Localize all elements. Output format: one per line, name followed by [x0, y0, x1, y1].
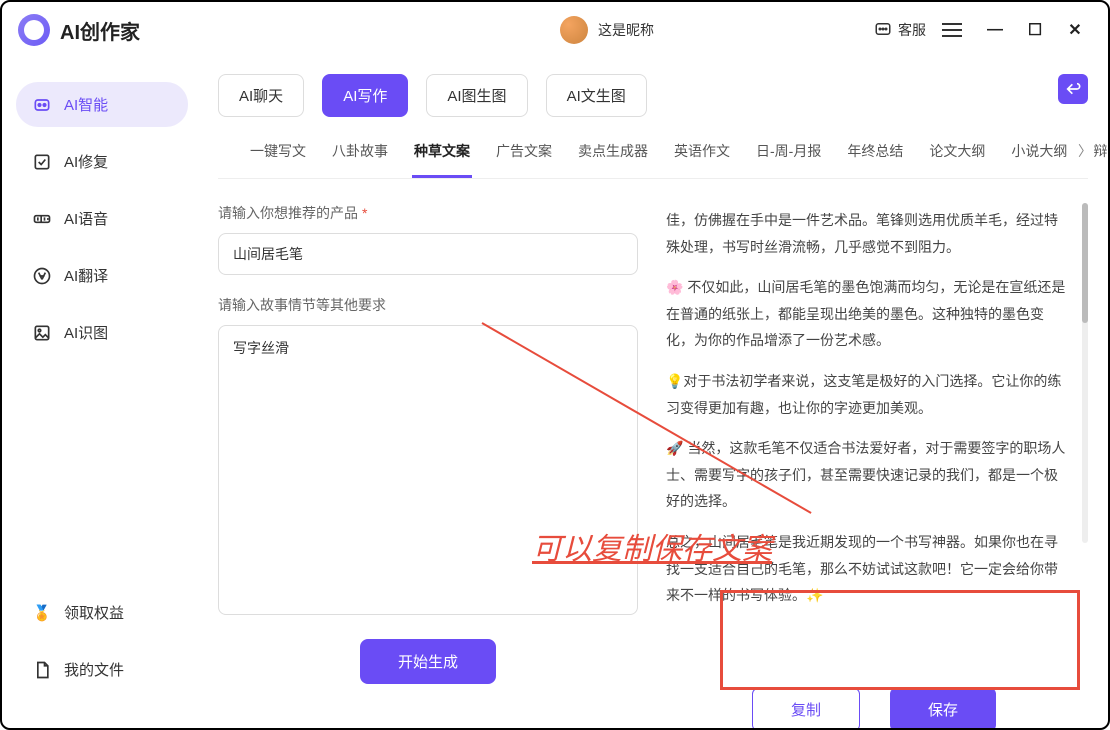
medal-icon: 🏅	[32, 603, 52, 623]
sidebar-item-label: 领取权益	[64, 602, 124, 623]
app-title: AI创作家	[60, 16, 140, 45]
output-paragraph: 💡对于书法初学者来说，这支笔是极好的入门选择。它让你的练习变得更加有趣，也让你的…	[666, 368, 1068, 421]
support-button[interactable]: 客服	[874, 20, 926, 41]
mode-tab-img2img[interactable]: AI图生图	[426, 74, 527, 117]
chevron-right-icon[interactable]: 〉	[1078, 141, 1092, 161]
voice-icon	[32, 209, 52, 229]
sub-tab[interactable]: 广告文案	[494, 131, 554, 178]
detail-label: 请输入故事情节等其他要求	[218, 295, 638, 315]
product-input[interactable]	[218, 233, 638, 275]
output-paragraph: 总之，山间居毛笔是我近期发现的一个书写神器。如果你也在寻找一支适合自己的毛笔，那…	[666, 529, 1068, 609]
sub-tab[interactable]: 卖点生成器	[576, 131, 650, 178]
content-area: AI聊天 AI写作 AI图生图 AI文生图 一键写文 八卦故事 种草文案 广告文…	[202, 58, 1108, 728]
save-button[interactable]: 保存	[890, 688, 996, 728]
repair-icon	[32, 152, 52, 172]
sub-tab[interactable]: 种草文案	[412, 131, 472, 178]
image-icon	[32, 323, 52, 343]
support-icon	[874, 20, 892, 41]
copy-button[interactable]: 复制	[752, 688, 860, 728]
output-paragraph: 🌸 不仅如此，山间居毛笔的墨色饱满而均匀，无论是在宣纸还是在普通的纸张上，都能呈…	[666, 274, 1068, 354]
scrollbar[interactable]	[1082, 203, 1088, 543]
detail-textarea[interactable]	[218, 325, 638, 615]
titlebar: AI创作家 这是昵称 客服 — ☐ ✕	[2, 2, 1108, 58]
avatar	[560, 16, 588, 44]
file-icon	[32, 660, 52, 680]
sparkle-icon	[32, 95, 52, 115]
sidebar-item-translate[interactable]: AI翻译	[16, 253, 188, 298]
sidebar-item-voice[interactable]: AI语音	[16, 196, 188, 241]
mode-tab-chat[interactable]: AI聊天	[218, 74, 304, 117]
sub-tab[interactable]: 八卦故事	[330, 131, 390, 178]
sub-tab[interactable]: 小说大纲	[1009, 131, 1069, 178]
sidebar-item-files[interactable]: 我的文件	[16, 647, 188, 692]
sidebar-item-ai-smart[interactable]: AI智能	[16, 82, 188, 127]
output-paragraph: 佳，仿佛握在手中是一件艺术品。笔锋则选用优质羊毛，经过特殊处理，书写时丝滑流畅，…	[666, 207, 1068, 260]
sidebar-item-label: AI修复	[64, 151, 108, 172]
sidebar-item-label: AI语音	[64, 208, 108, 229]
mode-tab-write[interactable]: AI写作	[322, 74, 408, 117]
user-block[interactable]: 这是昵称	[560, 16, 654, 44]
sidebar-item-label: 我的文件	[64, 659, 124, 680]
sub-tab[interactable]: 日-周-月报	[754, 131, 823, 178]
sidebar-item-label: AI智能	[64, 94, 108, 115]
sidebar: AI智能 AI修复 AI语音 AI翻译 AI识图 🏅 领取权益	[2, 58, 202, 728]
sub-tab[interactable]: 一键写文	[248, 131, 308, 178]
generate-button[interactable]: 开始生成	[360, 639, 496, 684]
feedback-button[interactable]	[1058, 74, 1088, 104]
sidebar-item-rewards[interactable]: 🏅 领取权益	[16, 590, 188, 635]
mode-tabs: AI聊天 AI写作 AI图生图 AI文生图	[218, 74, 1088, 117]
sub-tab[interactable]: 年终总结	[845, 131, 905, 178]
sidebar-item-repair[interactable]: AI修复	[16, 139, 188, 184]
close-button[interactable]: ✕	[1066, 21, 1084, 39]
sub-tab[interactable]: 论文大纲	[927, 131, 987, 178]
mode-tab-text2img[interactable]: AI文生图	[546, 74, 647, 117]
input-panel: 请输入你想推荐的产品* 请输入故事情节等其他要求 开始生成	[218, 203, 638, 728]
support-label: 客服	[898, 20, 926, 40]
sidebar-item-image[interactable]: AI识图	[16, 310, 188, 355]
maximize-button[interactable]: ☐	[1026, 21, 1044, 39]
sub-tab[interactable]: 英语作文	[672, 131, 732, 178]
sidebar-item-label: AI翻译	[64, 265, 108, 286]
sidebar-item-label: AI识图	[64, 322, 108, 343]
app-logo-icon	[18, 14, 50, 46]
translate-icon	[32, 266, 52, 286]
sub-tab[interactable]: 辩论稿	[1091, 131, 1108, 178]
nickname: 这是昵称	[598, 20, 654, 40]
minimize-button[interactable]: —	[986, 21, 1004, 39]
output-panel: 佳，仿佛握在手中是一件艺术品。笔锋则选用优质羊毛，经过特殊处理，书写时丝滑流畅，…	[656, 203, 1088, 728]
menu-icon[interactable]	[942, 23, 962, 37]
output-text[interactable]: 佳，仿佛握在手中是一件艺术品。笔锋则选用优质羊毛，经过特殊处理，书写时丝滑流畅，…	[666, 207, 1082, 672]
output-paragraph: 🚀 当然，这款毛笔不仅适合书法爱好者，对于需要签字的职场人士、需要写字的孩子们，…	[666, 435, 1068, 515]
product-label: 请输入你想推荐的产品*	[218, 203, 638, 223]
sub-tabs: 一键写文 八卦故事 种草文案 广告文案 卖点生成器 英语作文 日-周-月报 年终…	[218, 131, 1088, 179]
